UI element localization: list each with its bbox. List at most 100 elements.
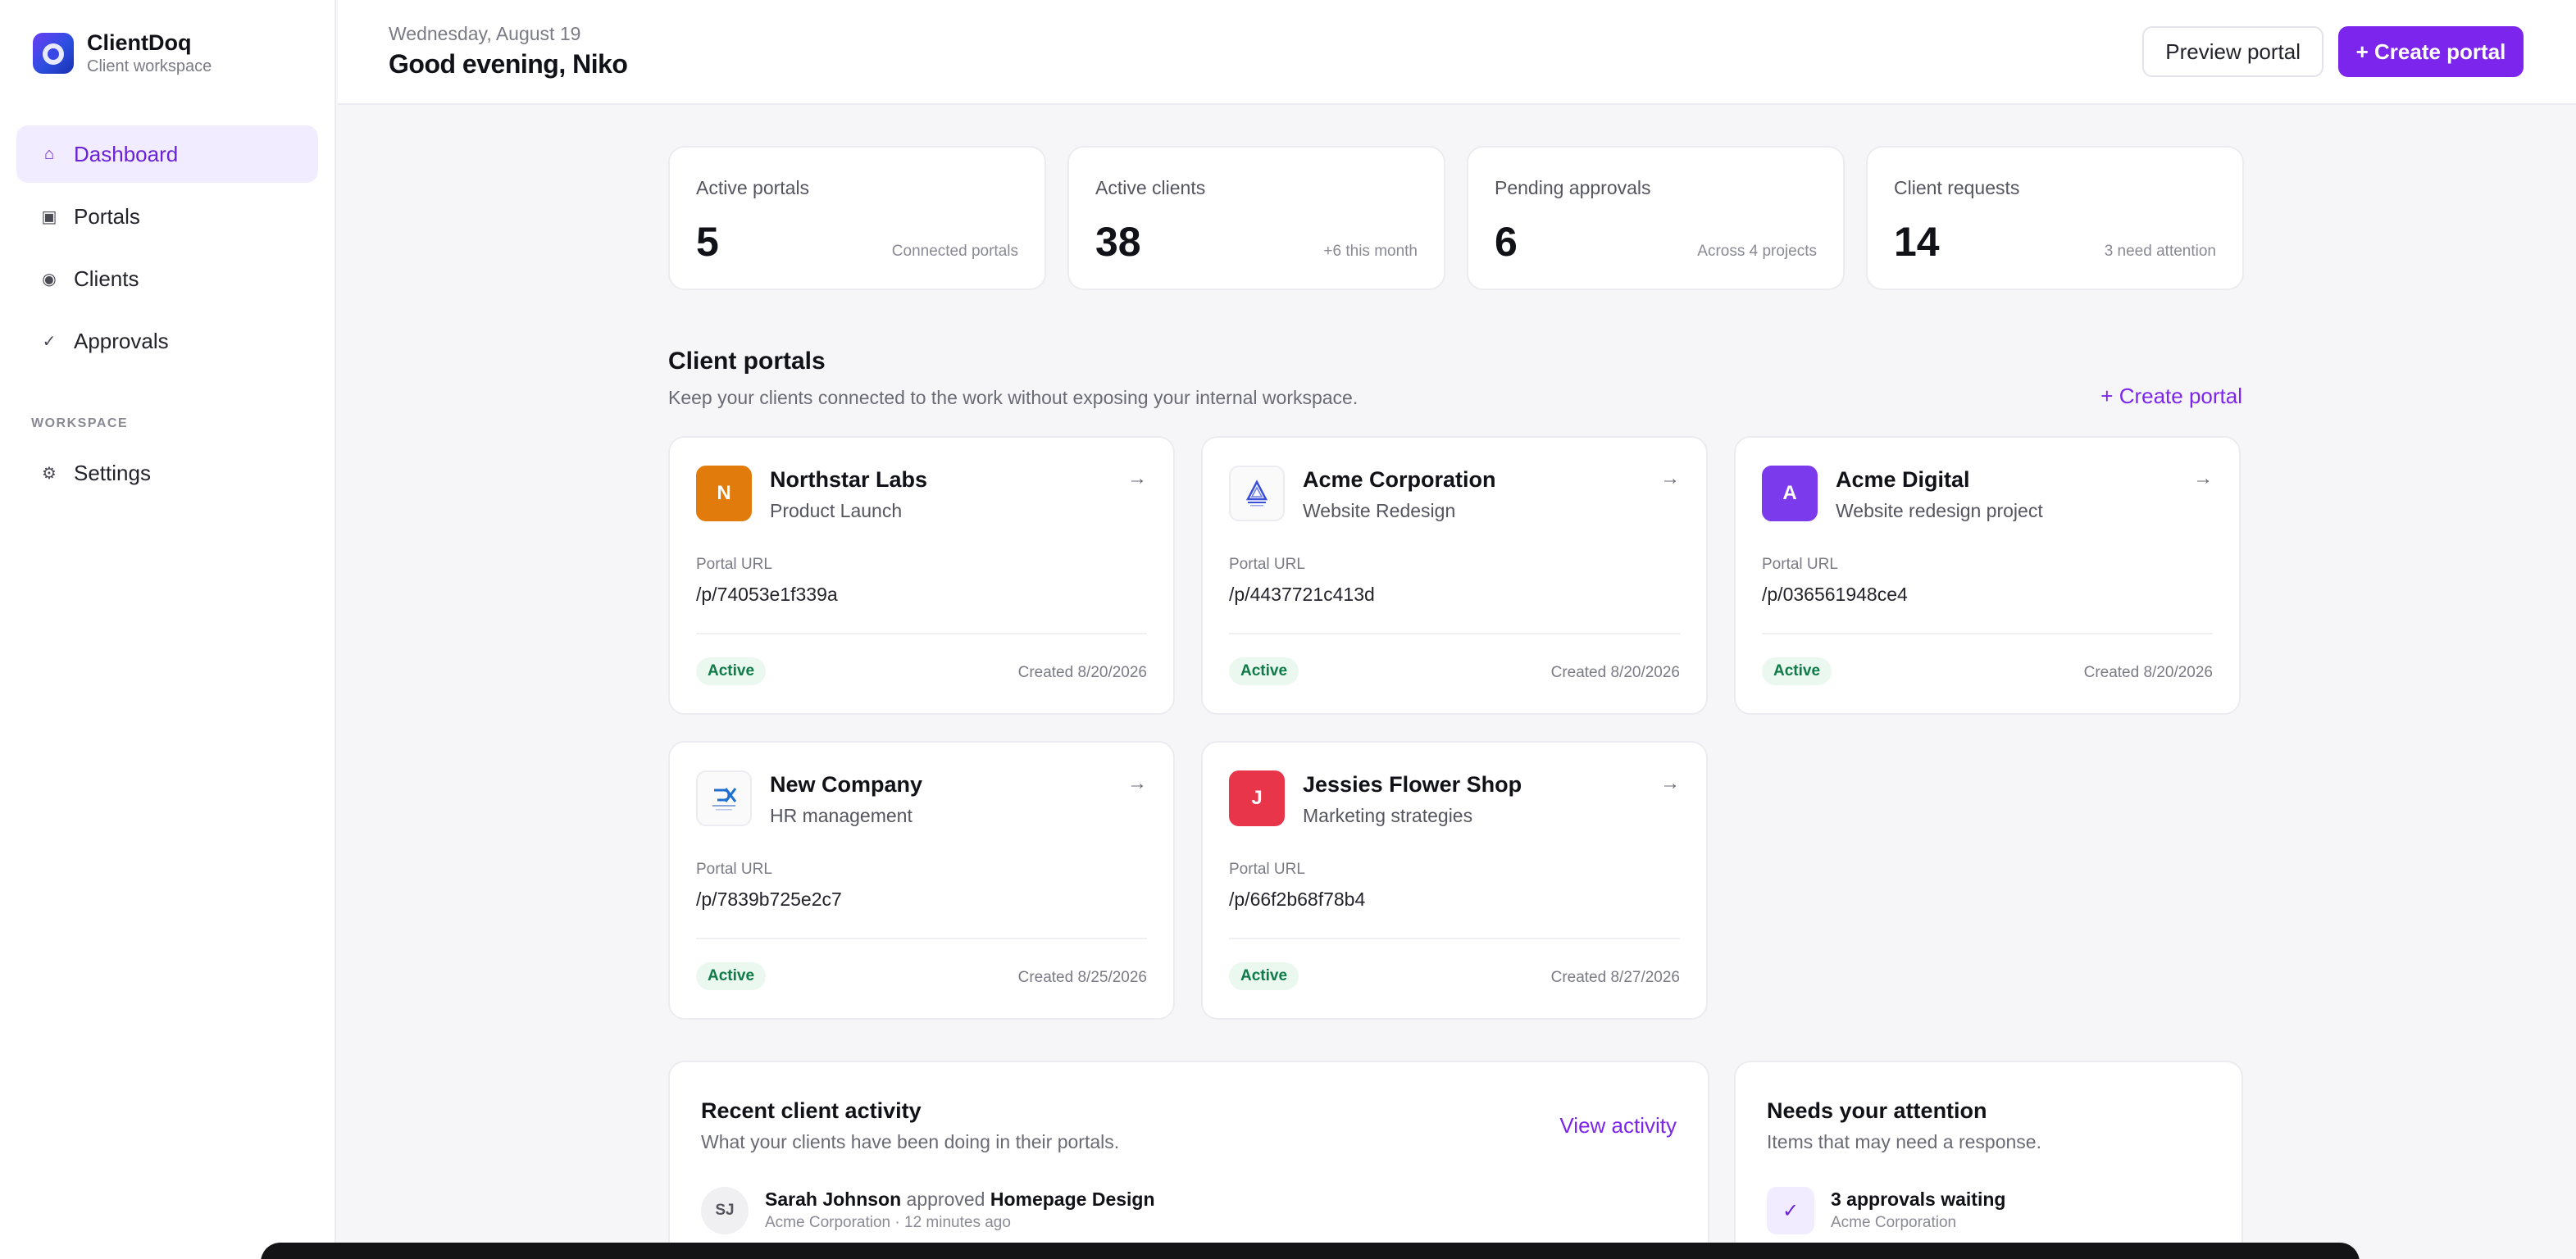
divider: [1229, 633, 1680, 634]
portal-url[interactable]: /p/7839b725e2c7: [696, 889, 842, 911]
attention-panel: Needs your attention Items that may need…: [1734, 1061, 2243, 1259]
attention-meta: Acme Corporation: [1831, 1214, 1957, 1231]
activity-object: Homepage Design: [990, 1189, 1155, 1210]
sidebar: ClientDoq Client workspace ⌂ Dashboard ▣…: [0, 0, 336, 1259]
portal-card[interactable]: New Company HR management → Portal URL /…: [668, 741, 1175, 1020]
brand-text: ClientDoq Client workspace: [87, 30, 212, 77]
stat-value: 38: [1095, 219, 1141, 265]
portal-url[interactable]: /p/74053e1f339a: [696, 584, 838, 606]
portal-name: New Company: [770, 772, 923, 797]
company-logo-icon: [712, 788, 737, 811]
panel-subtitle: What your clients have been doing in the…: [701, 1131, 1120, 1152]
status-badge: Active: [1762, 657, 1832, 685]
create-portal-button[interactable]: + Create portal: [2338, 26, 2524, 77]
stat-value: 5: [696, 219, 719, 265]
portal-card[interactable]: N Northstar Labs Product Launch → Portal…: [668, 436, 1175, 715]
portal-url[interactable]: /p/66f2b68f78b4: [1229, 889, 1365, 911]
brand-subtitle: Client workspace: [87, 57, 212, 75]
arrow-right-icon[interactable]: →: [2193, 467, 2213, 490]
portal-url-label: Portal URL: [1229, 861, 1305, 878]
portal-card[interactable]: J Jessies Flower Shop Marketing strategi…: [1201, 741, 1708, 1020]
portal-created-date: Created 8/27/2026: [1550, 969, 1680, 986]
activity-item[interactable]: SJ Sarah Johnson approved Homepage Desig…: [701, 1187, 1155, 1234]
home-icon: ⌂: [43, 144, 55, 163]
portal-avatar: J: [1229, 770, 1285, 826]
portal-created-date: Created 8/25/2026: [1017, 969, 1147, 986]
activity-meta: Acme Corporation · 12 minutes ago: [765, 1214, 1011, 1231]
activity-line: Sarah Johnson approved Homepage Design: [765, 1187, 1155, 1211]
stat-value: 6: [1495, 219, 1518, 265]
section-title-client-portals: Client portals: [668, 348, 826, 375]
sidebar-item-portals[interactable]: ▣ Portals: [16, 188, 318, 245]
brand[interactable]: ClientDoq Client workspace: [33, 30, 212, 77]
portal-url[interactable]: /p/036561948ce4: [1762, 584, 1908, 606]
bottom-dock-bar: [261, 1243, 2360, 1259]
portal-url-label: Portal URL: [696, 556, 772, 573]
status-badge: Active: [696, 657, 767, 685]
portal-url-label: Portal URL: [1762, 556, 1838, 573]
square-icon: ▣: [41, 207, 57, 226]
avatar: SJ: [701, 1187, 749, 1234]
arrow-right-icon[interactable]: →: [1660, 467, 1680, 490]
sidebar-item-clients[interactable]: ◉ Clients: [16, 250, 318, 307]
portal-url-label: Portal URL: [696, 861, 772, 878]
divider: [1229, 938, 1680, 939]
create-portal-link[interactable]: + Create portal: [2100, 384, 2242, 409]
check-icon: ✓: [1767, 1187, 1814, 1234]
circle-icon: ◉: [42, 270, 57, 289]
sidebar-item-settings[interactable]: ⚙ Settings: [16, 444, 318, 502]
stat-card-pending-approvals: Pending approvals 6 Across 4 projects: [1467, 146, 1845, 290]
attention-title: 3 approvals waiting: [1831, 1187, 2005, 1211]
check-icon: ✓: [42, 332, 57, 351]
stat-card-active-portals: Active portals 5 Connected portals: [668, 146, 1046, 290]
portal-created-date: Created 8/20/2026: [2083, 664, 2213, 681]
status-badge: Active: [1229, 657, 1299, 685]
portal-description: Website Redesign: [1303, 500, 1456, 521]
arrow-right-icon[interactable]: →: [1127, 467, 1147, 490]
sidebar-item-label: Dashboard: [74, 141, 179, 166]
sidebar-nav: ⌂ Dashboard ▣ Portals ◉ Clients ✓ Approv…: [16, 125, 318, 375]
stat-card-active-clients: Active clients 38 +6 this month: [1067, 146, 1445, 290]
sidebar-item-label: Portals: [74, 203, 140, 229]
view-activity-link[interactable]: View activity: [1559, 1113, 1677, 1139]
company-logo-icon: [696, 770, 752, 826]
stat-card-client-requests: Client requests 14 3 need attention: [1866, 146, 2244, 290]
divider: [696, 938, 1147, 939]
portal-description: Product Launch: [770, 500, 903, 521]
activity-text: Sarah Johnson approved Homepage Design A…: [765, 1187, 1155, 1234]
sidebar-item-approvals[interactable]: ✓ Approvals: [16, 312, 318, 370]
arrow-right-icon[interactable]: →: [1127, 772, 1147, 795]
portal-card[interactable]: A Acme Digital Website redesign project …: [1734, 436, 2241, 715]
stat-value: 14: [1894, 219, 1940, 265]
brand-name: ClientDoq: [87, 30, 192, 55]
portal-description: Website redesign project: [1836, 500, 2043, 521]
portal-created-date: Created 8/20/2026: [1550, 664, 1680, 681]
sidebar-item-dashboard[interactable]: ⌂ Dashboard: [16, 125, 318, 183]
portal-name: Acme Corporation: [1303, 467, 1496, 492]
portal-created-date: Created 8/20/2026: [1017, 664, 1147, 681]
stat-label: Active clients: [1095, 177, 1206, 198]
sidebar-item-label: Clients: [74, 266, 139, 291]
stat-note: Across 4 projects: [1697, 243, 1817, 260]
sidebar-item-label: Settings: [74, 460, 151, 485]
stat-label: Pending approvals: [1495, 177, 1651, 198]
arrow-right-icon[interactable]: →: [1660, 772, 1680, 795]
portal-card[interactable]: Acme Corporation Website Redesign → Port…: [1201, 436, 1708, 715]
preview-portal-button[interactable]: Preview portal: [2142, 26, 2323, 77]
portal-avatar: A: [1762, 466, 1818, 521]
portal-name: Acme Digital: [1836, 467, 1970, 492]
stat-label: Client requests: [1894, 177, 2020, 198]
stat-note: +6 this month: [1323, 243, 1418, 260]
attention-item[interactable]: ✓ 3 approvals waiting Acme Corporation: [1767, 1187, 2005, 1234]
attention-title-text: 3 approvals waiting: [1831, 1189, 2006, 1210]
portal-url[interactable]: /p/4437721c413d: [1229, 584, 1375, 606]
sidebar-item-label: Approvals: [74, 328, 169, 353]
stats-row: Active portals 5 Connected portals Activ…: [668, 146, 2244, 290]
top-header: Wednesday, August 19 Good evening, Niko …: [338, 0, 2576, 105]
portal-url-label: Portal URL: [1229, 556, 1305, 573]
status-badge: Active: [696, 962, 767, 990]
sidebar-section-workspace: WORKSPACE: [31, 416, 129, 430]
portal-name: Northstar Labs: [770, 467, 928, 492]
header-date: Wednesday, August 19: [389, 23, 581, 44]
panel-title: Recent client activity: [701, 1098, 922, 1123]
